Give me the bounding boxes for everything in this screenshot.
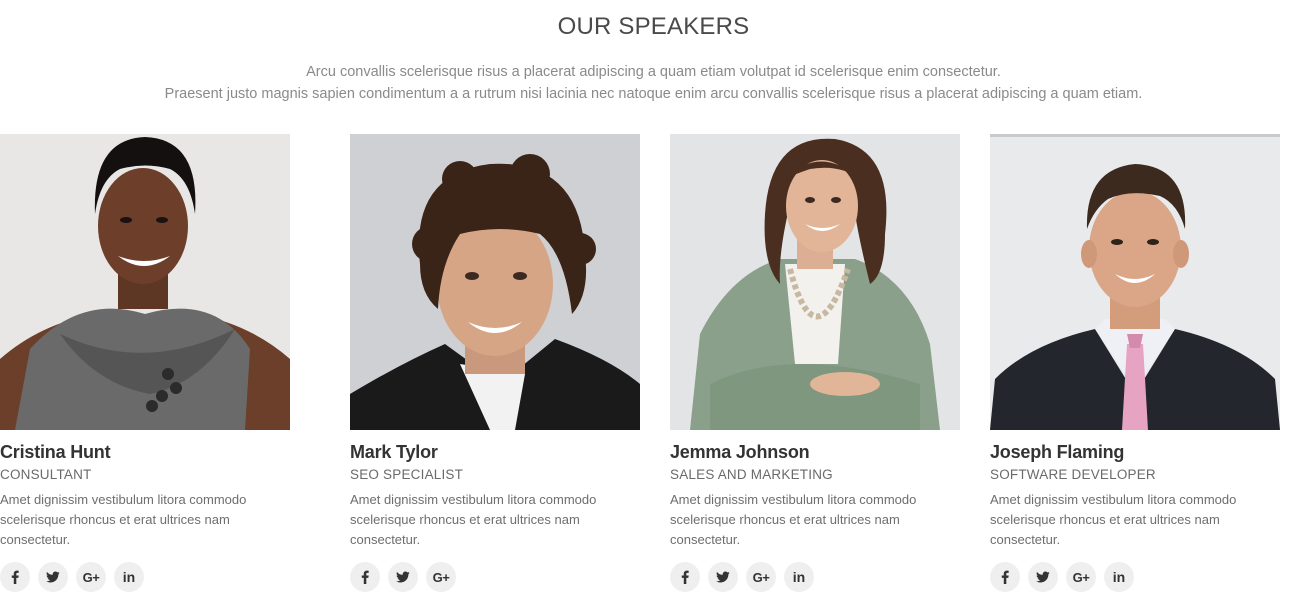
linkedin-icon: in <box>1112 569 1126 585</box>
facebook-button[interactable] <box>0 562 30 592</box>
twitter-icon <box>1036 571 1050 583</box>
section-intro: Arcu convallis scelerisque risus a place… <box>0 61 1307 105</box>
google-plus-button[interactable]: G+ <box>76 562 106 592</box>
speaker-card-cristina-hunt: Cristina Hunt CONSULTANT Amet dignissim … <box>0 134 290 592</box>
google-plus-icon: G+ <box>1072 569 1090 585</box>
google-plus-icon: G+ <box>752 569 770 585</box>
speaker-name[interactable]: Mark Tylor <box>350 440 640 464</box>
twitter-icon <box>46 571 60 583</box>
speaker-card-joseph-flaming: Joseph Flaming SOFTWARE DEVELOPER Amet d… <box>990 134 1280 592</box>
facebook-icon <box>361 570 369 584</box>
section-title: OUR SPEAKERS <box>557 13 750 40</box>
google-plus-button[interactable]: G+ <box>1066 562 1096 592</box>
twitter-button[interactable] <box>388 562 418 592</box>
facebook-icon <box>681 570 689 584</box>
speaker-name[interactable]: Jemma Johnson <box>670 440 960 464</box>
linkedin-icon: in <box>122 569 136 585</box>
linkedin-icon: in <box>792 569 806 585</box>
intro-line: Praesent justo magnis sapien condimentum… <box>164 86 1143 102</box>
social-links: G+ in <box>990 562 1280 592</box>
speaker-card-mark-tylor: Mark Tylor SEO SPECIALIST Amet dignissim… <box>350 134 640 592</box>
speaker-photo[interactable] <box>350 134 640 430</box>
speaker-role: CONSULTANT <box>0 467 92 482</box>
speaker-bio: Amet dignissim vestibulum litora commodo… <box>0 492 247 547</box>
facebook-button[interactable] <box>350 562 380 592</box>
speaker-photo-image <box>0 134 290 430</box>
speaker-photo[interactable] <box>990 134 1280 430</box>
facebook-button[interactable] <box>670 562 700 592</box>
facebook-icon <box>11 570 19 584</box>
google-plus-button[interactable]: G+ <box>426 562 456 592</box>
speaker-role: SOFTWARE DEVELOPER <box>990 467 1156 482</box>
social-links: G+ <box>350 562 640 592</box>
google-plus-icon: G+ <box>432 569 450 585</box>
facebook-icon <box>1001 570 1009 584</box>
speaker-bio: Amet dignissim vestibulum litora commodo… <box>990 492 1237 547</box>
speaker-name[interactable]: Cristina Hunt <box>0 440 290 464</box>
twitter-icon <box>396 571 410 583</box>
speaker-role: SEO SPECIALIST <box>350 467 464 482</box>
speaker-photo[interactable] <box>670 134 960 430</box>
speaker-photo-image <box>670 134 960 430</box>
google-plus-icon: G+ <box>82 569 100 585</box>
linkedin-button[interactable]: in <box>784 562 814 592</box>
twitter-button[interactable] <box>708 562 738 592</box>
speaker-photo[interactable] <box>0 134 290 430</box>
speaker-photo-image <box>990 134 1280 430</box>
speaker-card-jemma-johnson: Jemma Johnson SALES AND MARKETING Amet d… <box>670 134 960 592</box>
linkedin-button[interactable]: in <box>114 562 144 592</box>
twitter-icon <box>716 571 730 583</box>
twitter-button[interactable] <box>38 562 68 592</box>
linkedin-button[interactable]: in <box>1104 562 1134 592</box>
speaker-photo-image <box>350 134 640 430</box>
speaker-name[interactable]: Joseph Flaming <box>990 440 1280 464</box>
speaker-role: SALES AND MARKETING <box>670 467 833 482</box>
google-plus-button[interactable]: G+ <box>746 562 776 592</box>
intro-line: Arcu convallis scelerisque risus a place… <box>306 64 1001 80</box>
social-links: G+ in <box>670 562 960 592</box>
speaker-bio: Amet dignissim vestibulum litora commodo… <box>350 492 597 547</box>
twitter-button[interactable] <box>1028 562 1058 592</box>
speaker-bio: Amet dignissim vestibulum litora commodo… <box>670 492 917 547</box>
social-links: G+ in <box>0 562 290 592</box>
facebook-button[interactable] <box>990 562 1020 592</box>
